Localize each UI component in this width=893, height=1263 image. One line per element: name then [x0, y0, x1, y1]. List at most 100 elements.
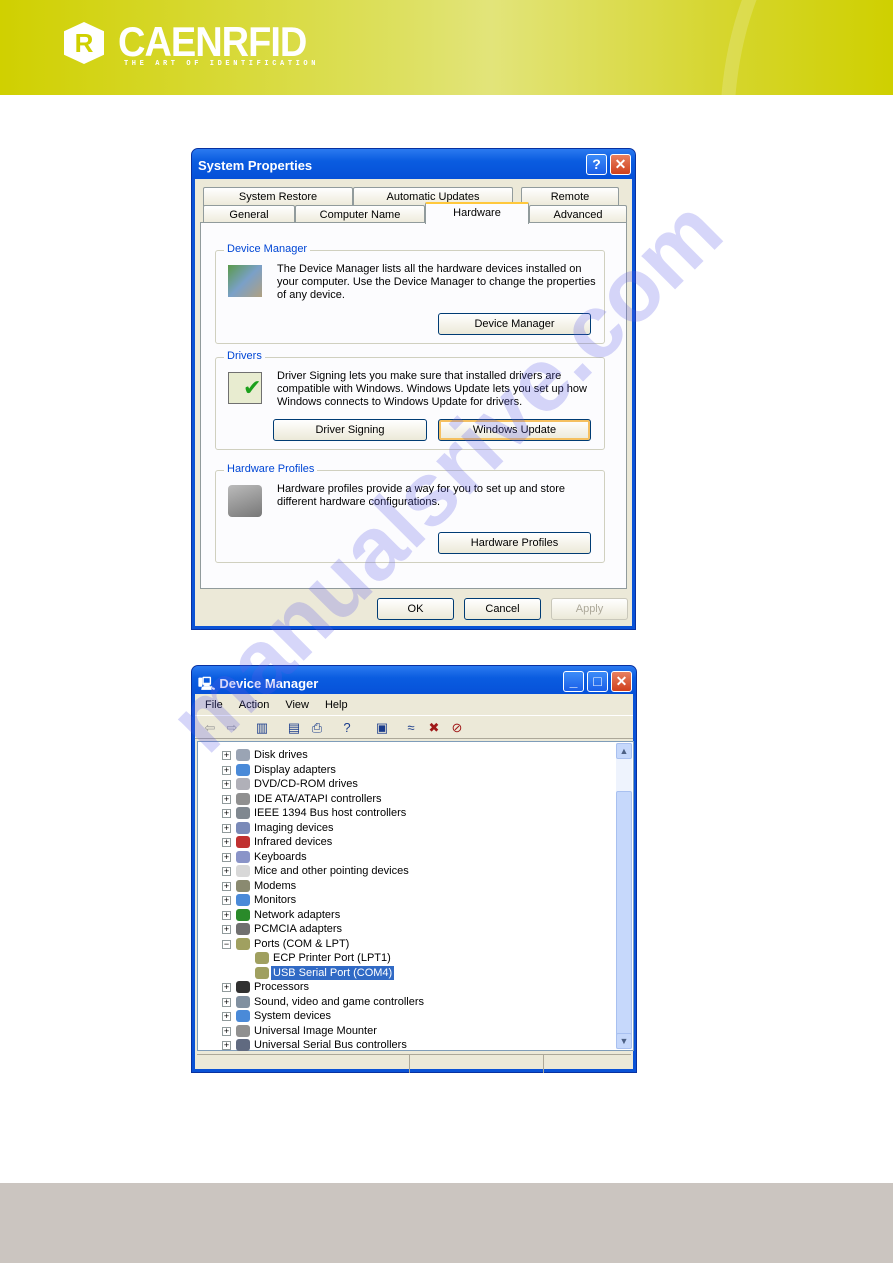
- tree-node[interactable]: + Mice and other pointing devices: [198, 864, 613, 878]
- tree-node-label: Processors: [254, 981, 310, 993]
- update-driver-icon[interactable]: ≈: [402, 719, 420, 736]
- tree-node[interactable]: − Ports (COM & LPT): [198, 937, 613, 951]
- title-bar: System Properties ? ✕: [192, 149, 635, 179]
- expand-icon[interactable]: +: [222, 983, 231, 992]
- tree-node[interactable]: + Universal Serial Bus controllers: [198, 1038, 613, 1052]
- expand-icon[interactable]: +: [222, 1012, 231, 1021]
- group-description: Driver Signing lets you make sure that i…: [277, 370, 587, 408]
- minimize-button[interactable]: _: [563, 671, 584, 692]
- device-icon: [236, 995, 250, 1008]
- help-button[interactable]: ?: [586, 154, 607, 175]
- expand-icon[interactable]: +: [222, 751, 231, 760]
- tree-node[interactable]: + Imaging devices: [198, 821, 613, 835]
- expand-icon[interactable]: +: [222, 1026, 231, 1036]
- device-icon: [236, 821, 250, 834]
- maximize-button[interactable]: □: [587, 671, 608, 692]
- scan-hardware-icon[interactable]: ▣: [373, 719, 391, 736]
- tree-node[interactable]: + Network adapters: [198, 908, 613, 922]
- device-manager-button[interactable]: Device Manager: [438, 313, 591, 335]
- expand-icon[interactable]: +: [222, 852, 231, 862]
- help-icon[interactable]: ?: [338, 719, 356, 736]
- properties-icon[interactable]: ▤: [285, 719, 303, 736]
- tree-node[interactable]: + Display adapters: [198, 763, 613, 777]
- device-icon: [236, 807, 250, 819]
- device-icon: [236, 865, 250, 877]
- tree-node[interactable]: USB Serial Port (COM4): [198, 965, 613, 980]
- expand-icon[interactable]: +: [222, 794, 231, 804]
- device-icon: [255, 952, 269, 964]
- tree-node[interactable]: + Keyboards: [198, 850, 613, 864]
- tree-node-label: DVD/CD-ROM drives: [254, 778, 358, 790]
- scroll-thumb[interactable]: [616, 791, 632, 1037]
- forward-icon[interactable]: ⇨: [223, 719, 241, 736]
- expand-icon[interactable]: +: [222, 1041, 231, 1050]
- tree-node[interactable]: + Sound, video and game controllers: [198, 995, 613, 1009]
- tab-hardware[interactable]: Hardware: [425, 202, 529, 224]
- tree-node[interactable]: + Processors: [198, 980, 613, 994]
- show-hide-tree-icon[interactable]: ▥: [253, 719, 271, 736]
- tree-node[interactable]: + IEEE 1394 Bus host controllers: [198, 806, 613, 820]
- expand-icon[interactable]: +: [222, 997, 231, 1007]
- group-description: Hardware profiles provide a way for you …: [277, 483, 565, 508]
- expand-icon[interactable]: +: [222, 823, 231, 833]
- apply-button[interactable]: Apply: [551, 598, 628, 620]
- menu-file[interactable]: File: [197, 696, 231, 714]
- expand-icon[interactable]: +: [222, 780, 231, 789]
- expand-icon[interactable]: +: [222, 809, 231, 818]
- tree-node-label: Universal Serial Bus controllers: [254, 1039, 407, 1051]
- tree-node[interactable]: + Monitors: [198, 893, 613, 907]
- tree-node-label: Universal Image Mounter: [254, 1024, 377, 1037]
- menu-help[interactable]: Help: [317, 696, 356, 714]
- uninstall-icon[interactable]: ✖: [425, 719, 443, 736]
- close-button[interactable]: ✕: [610, 154, 631, 175]
- window-title: System Properties: [198, 158, 313, 173]
- expand-icon[interactable]: +: [222, 881, 231, 891]
- close-button[interactable]: ✕: [611, 671, 632, 692]
- group-description: The Device Manager lists all the hardwar…: [277, 263, 596, 301]
- tree-node[interactable]: + DVD/CD-ROM drives: [198, 777, 613, 791]
- tree-node-label: PCMCIA adapters: [254, 923, 343, 935]
- expand-icon[interactable]: +: [222, 925, 231, 934]
- menu-view[interactable]: View: [277, 696, 317, 714]
- device-icon: [236, 778, 250, 790]
- logo-tagline: THE ART OF IDENTIFICATION: [124, 60, 320, 68]
- device-icon: [236, 937, 250, 950]
- group-drivers: Drivers ✔ Driver Signing lets you make sur…: [215, 350, 605, 450]
- tab-system-restore[interactable]: System Restore: [203, 187, 353, 206]
- window-title: Device Manager: [219, 676, 319, 691]
- device-icon: [236, 763, 250, 776]
- print-icon[interactable]: ⎙: [308, 719, 326, 736]
- tree-node[interactable]: ECP Printer Port (LPT1): [198, 951, 613, 965]
- tree-node[interactable]: + Disk drives: [198, 748, 613, 762]
- tree-node[interactable]: + Infrared devices: [198, 835, 613, 849]
- tab-remote[interactable]: Remote: [521, 187, 619, 206]
- expand-icon[interactable]: +: [222, 867, 231, 876]
- tree-node[interactable]: + System devices: [198, 1009, 613, 1023]
- tree-node[interactable]: + Universal Image Mounter: [198, 1024, 613, 1038]
- menu-action[interactable]: Action: [231, 696, 278, 714]
- scroll-down-button[interactable]: ▼: [616, 1033, 632, 1049]
- scroll-up-button[interactable]: ▲: [616, 743, 632, 759]
- disable-icon[interactable]: ⊘: [448, 719, 466, 736]
- hardware-profiles-button[interactable]: Hardware Profiles: [438, 532, 591, 554]
- driver-signing-button[interactable]: Driver Signing: [273, 419, 427, 441]
- back-icon[interactable]: ⇦: [201, 719, 219, 736]
- expand-icon[interactable]: +: [222, 838, 231, 847]
- vertical-scrollbar[interactable]: ▲ ▼: [616, 743, 632, 1049]
- device-icon: [236, 879, 250, 892]
- group-hardware-profiles: Hardware Profiles Hardware profiles provi…: [215, 463, 605, 563]
- windows-update-button[interactable]: Windows Update: [438, 419, 591, 441]
- tree-node-label: USB Serial Port (COM4): [271, 965, 395, 980]
- tree-node[interactable]: + IDE ATA/ATAPI controllers: [198, 792, 613, 806]
- device-icon: [236, 981, 250, 993]
- tree-node[interactable]: + PCMCIA adapters: [198, 922, 613, 936]
- expand-icon[interactable]: +: [222, 896, 231, 905]
- expand-icon[interactable]: +: [222, 910, 231, 920]
- cancel-button[interactable]: Cancel: [464, 598, 541, 620]
- decor-swoosh: [720, 0, 893, 95]
- expand-icon[interactable]: +: [222, 765, 231, 775]
- tree-node[interactable]: + Modems: [198, 879, 613, 893]
- window-client: File Action View Help ⇦ ⇨ ▥ ▤ ⎙? ▣ ≈ ✖ ⊘ + Disk driv…: [195, 694, 634, 1073]
- ok-button[interactable]: OK: [377, 598, 454, 620]
- collapse-icon[interactable]: −: [222, 939, 231, 949]
